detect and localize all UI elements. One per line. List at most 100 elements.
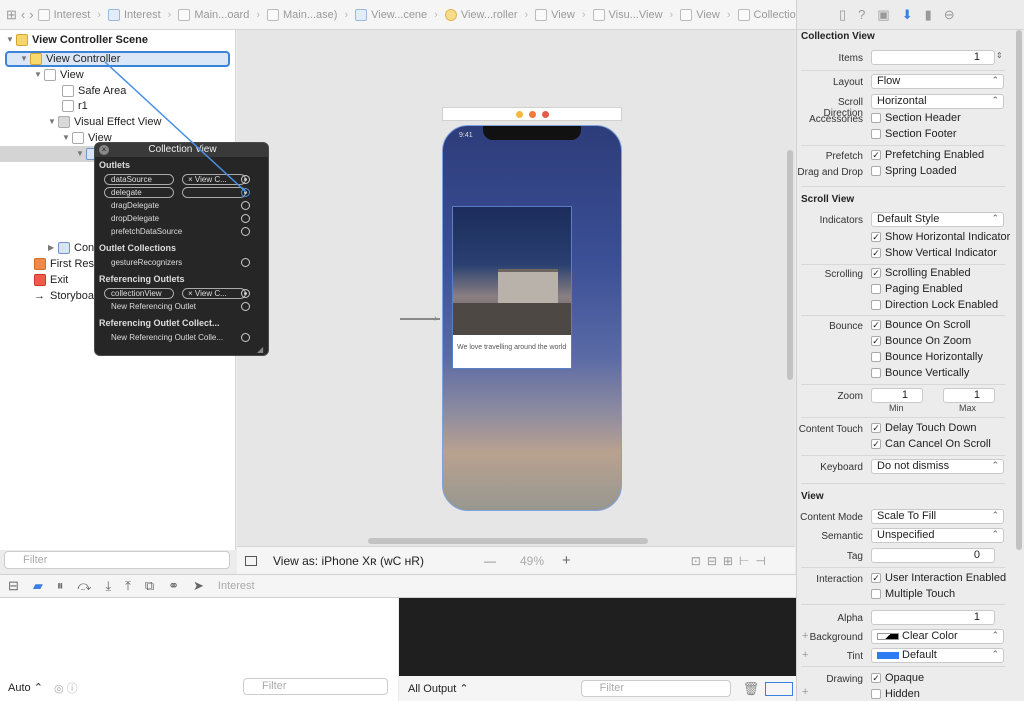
view-controller-dock-icon[interactable] <box>515 110 523 118</box>
grid-icon[interactable]: ⊞ <box>6 7 17 23</box>
outline-row-first-responder[interactable]: First Resp <box>34 256 100 272</box>
section-footer-checkbox[interactable]: Section Footer <box>871 128 957 140</box>
forward-arrow-icon[interactable]: › <box>29 7 33 22</box>
size-inspector-icon[interactable]: ▮ <box>925 7 932 23</box>
breadcrumb-item[interactable]: Main...ase) <box>267 8 337 21</box>
outline-row-view[interactable]: ▼ View <box>34 67 84 83</box>
user-interaction-checkbox[interactable]: ✓ User Interaction Enabled <box>871 572 1006 584</box>
checkbox-icon[interactable] <box>871 589 881 599</box>
alpha-field[interactable]: 1 <box>871 610 995 625</box>
layout-tools-icon[interactable]: ⊡⊟⊞⊢⊣ <box>691 554 772 568</box>
outline-toggle-icon[interactable] <box>245 555 257 566</box>
checkbox-icon[interactable] <box>871 689 881 699</box>
scene-dock[interactable] <box>442 107 622 121</box>
connection-circle[interactable] <box>241 175 250 184</box>
breadcrumb-item[interactable]: Interest <box>107 8 161 21</box>
scrolling-enabled-checkbox[interactable]: ✓ Scrolling Enabled <box>871 267 971 279</box>
section-header-checkbox[interactable]: Section Header <box>871 112 961 124</box>
outline-row-scene[interactable]: ▼ View Controller Scene <box>6 32 148 48</box>
tag-field[interactable]: 0 <box>871 548 995 563</box>
disclosure-icon[interactable]: ▼ <box>34 67 44 83</box>
pause-icon[interactable]: ⏸ <box>57 578 64 594</box>
direction-lock-checkbox[interactable]: Direction Lock Enabled <box>871 299 998 311</box>
outline-row-safe-area[interactable]: Safe Area <box>62 83 126 99</box>
content-mode-popup[interactable]: Scale To Fill <box>871 509 1004 524</box>
split-view-icon[interactable] <box>765 681 794 696</box>
bounce-vertical-checkbox[interactable]: Bounce Vertically <box>871 367 969 379</box>
collection-view-cell[interactable]: We love travelling around the world <box>452 206 572 369</box>
connection-circle[interactable] <box>241 201 250 210</box>
connection-circle[interactable] <box>241 227 250 236</box>
console-view[interactable] <box>399 598 796 678</box>
breadcrumb-item[interactable]: Main...oard <box>178 8 249 21</box>
output-selector[interactable]: All Output ⌃ <box>408 682 469 695</box>
back-arrow-icon[interactable]: ‹ <box>21 7 25 22</box>
bounce-scroll-checkbox[interactable]: ✓ Bounce On Scroll <box>871 319 971 331</box>
breakpoints-icon[interactable]: ▰ <box>33 578 43 594</box>
trash-icon[interactable]: 🗑 <box>743 681 760 697</box>
console-filter-input[interactable]: Filter <box>580 680 731 697</box>
outlet-delegate[interactable]: delegate <box>104 187 174 198</box>
keyboard-popup[interactable]: Do not dismiss <box>871 459 1004 474</box>
first-responder-dock-icon[interactable] <box>528 110 536 118</box>
outline-row-exit[interactable]: Exit <box>34 272 68 288</box>
checkbox-icon[interactable] <box>871 166 881 176</box>
checkbox-icon[interactable] <box>871 129 881 139</box>
zoom-out-button[interactable]: — <box>484 554 496 568</box>
exit-dock-icon[interactable] <box>541 110 549 118</box>
memory-graph-icon[interactable]: ⚭ <box>168 578 179 594</box>
hide-debug-icon[interactable]: ⊟ <box>8 578 19 594</box>
checkmark-icon[interactable]: ✓ <box>871 573 881 583</box>
breadcrumb-item[interactable]: Visu...View <box>592 8 663 21</box>
scroll-direction-popup[interactable]: Horizontal <box>871 94 1004 109</box>
referencing-collection-view[interactable]: collectionView <box>104 288 174 299</box>
new-referencing-collection[interactable]: New Referencing Outlet Colle... <box>111 333 223 342</box>
show-horizontal-checkbox[interactable]: ✓ Show Horizontal Indicator <box>871 231 1010 243</box>
layout-popup[interactable]: Flow <box>871 74 1004 89</box>
delay-touch-checkbox[interactable]: ✓ Delay Touch Down <box>871 422 977 434</box>
file-inspector-icon[interactable]: ▯ <box>839 7 846 23</box>
cancel-scroll-checkbox[interactable]: ✓ Can Cancel On Scroll <box>871 438 991 450</box>
checkmark-icon[interactable]: ✓ <box>871 673 881 683</box>
connection-target-pending[interactable] <box>182 187 246 198</box>
horizontal-scrollbar[interactable] <box>368 538 648 544</box>
checkbox-icon[interactable] <box>871 300 881 310</box>
multiple-touch-checkbox[interactable]: Multiple Touch <box>871 588 955 600</box>
checkmark-icon[interactable]: ✓ <box>871 423 881 433</box>
items-field[interactable]: 1 <box>871 50 995 65</box>
outlet-drop-delegate[interactable]: dropDelegate <box>111 214 159 223</box>
show-vertical-checkbox[interactable]: ✓ Show Vertical Indicator <box>871 247 997 259</box>
outline-row-view-controller[interactable]: ▼ View Controller <box>20 51 120 67</box>
gesture-recognizers[interactable]: gestureRecognizers <box>111 258 182 267</box>
zoom-min-field[interactable]: 1 <box>871 388 923 403</box>
breadcrumb-item[interactable]: View...cene <box>355 8 427 21</box>
step-into-icon[interactable]: ⤓ <box>105 578 111 594</box>
disclosure-icon[interactable]: ▼ <box>48 114 58 130</box>
auto-selector[interactable]: Auto ⌃ <box>8 681 43 694</box>
checkmark-icon[interactable]: ✓ <box>871 268 881 278</box>
prefetch-checkbox[interactable]: ✓ Prefetching Enabled <box>871 149 984 161</box>
add-variation-button[interactable]: + <box>802 686 808 698</box>
zoom-in-button[interactable]: + <box>562 552 571 569</box>
outlet-datasource[interactable]: dataSource <box>104 174 174 185</box>
vertical-scrollbar[interactable] <box>787 150 793 380</box>
paging-checkbox[interactable]: Paging Enabled <box>871 283 963 295</box>
outlet-prefetch-datasource[interactable]: prefetchDataSource <box>111 227 182 236</box>
connection-circle[interactable] <box>241 302 250 311</box>
outline-row-storyboard-entry[interactable]: → Storyboar <box>34 288 98 304</box>
semantic-popup[interactable]: Unspecified <box>871 528 1004 543</box>
outline-row-visual-effect-view[interactable]: ▼ Visual Effect View <box>48 114 161 130</box>
disclosure-icon[interactable]: ▼ <box>62 130 72 146</box>
checkmark-icon[interactable]: ✓ <box>871 439 881 449</box>
connection-circle[interactable] <box>241 258 250 267</box>
connections-inspector-icon[interactable]: ⊖ <box>944 7 955 23</box>
disclosure-icon[interactable]: ▶ <box>48 240 58 256</box>
close-icon[interactable]: × <box>99 145 109 155</box>
checkmark-icon[interactable]: ✓ <box>871 150 881 160</box>
checkbox-icon[interactable] <box>871 284 881 294</box>
breadcrumb-item[interactable]: View <box>680 8 720 21</box>
checkmark-icon[interactable]: ✓ <box>871 232 881 242</box>
step-over-icon[interactable]: ⤼ <box>77 578 91 594</box>
bounce-horizontal-checkbox[interactable]: Bounce Horizontally <box>871 351 983 363</box>
opaque-checkbox[interactable]: ✓ Opaque <box>871 672 924 684</box>
